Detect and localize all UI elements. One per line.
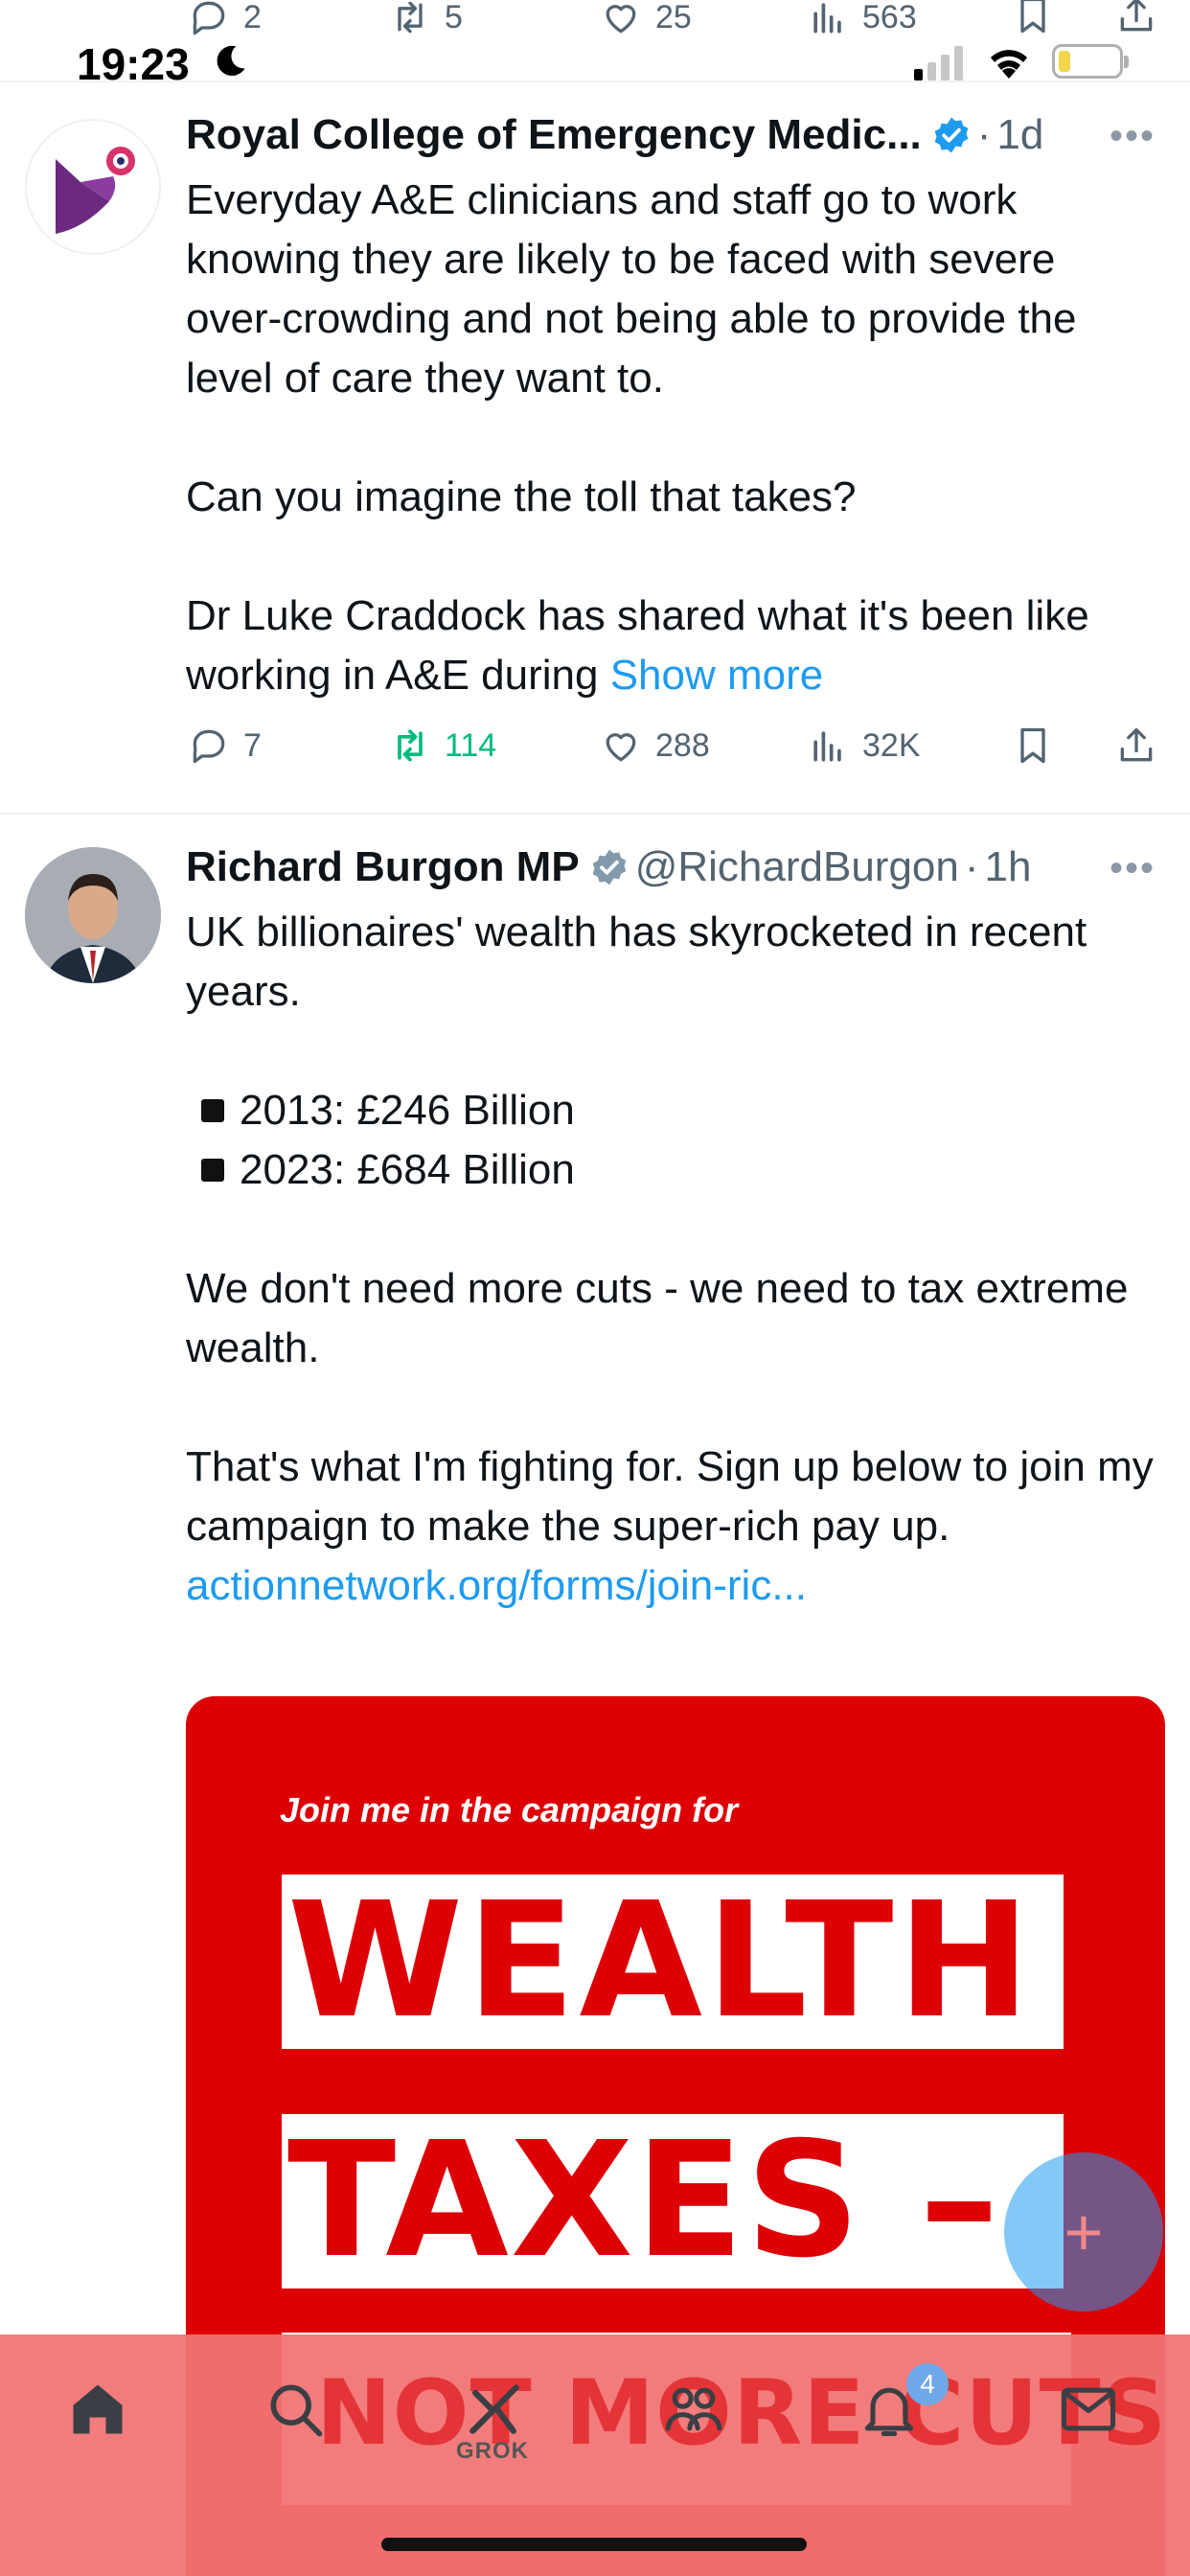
display-name[interactable]: Richard Burgon MP [186,843,580,891]
bullet-square-icon [201,1099,224,1123]
avatar[interactable] [25,119,161,255]
repost-button[interactable]: 114 [389,724,496,767]
nav-grok[interactable] [456,2371,533,2448]
reply-icon [193,729,225,764]
communities-icon [665,2387,722,2431]
bullet-item: 2013: £246 Billion [186,1081,1154,1140]
bullet-text: 2023: £684 Billion [240,1146,575,1193]
search-icon [270,2384,323,2437]
profile-photo-icon [25,847,161,983]
tweet-text: Can you imagine the toll that takes? [186,473,857,520]
reply-count: 7 [243,726,262,764]
campaign-link[interactable]: actionnetwork.org/forms/join-ric... [186,1556,1154,1616]
heart-icon [606,733,636,762]
repost-icon [398,729,423,762]
tweet-text: That's what I'm fighting for. Sign up be… [186,1443,1154,1550]
nav-messages[interactable] [1050,2371,1127,2448]
campaign-line-wealth: WEALTH [282,1874,1064,2049]
more-options-button[interactable]: ••• [1110,847,1156,890]
like-button[interactable]: 288 [600,724,710,767]
plus-icon: + [1064,2195,1104,2269]
share-icon [1120,727,1153,762]
show-more-link[interactable]: Show more [610,652,824,699]
repost-count: 114 [445,726,497,764]
avatar[interactable] [25,847,161,983]
do-not-disturb-icon [217,45,245,76]
tweet-text: Dr Luke Craddock has shared what it's be… [186,586,1154,705]
separator-dot: · [976,111,992,158]
messages-icon [1061,2387,1116,2431]
timestamp[interactable]: 1h [985,843,1032,891]
reply-button[interactable]: 7 [188,724,262,767]
grok-label: GROK [456,2438,529,2464]
tweet-text: We don't need more cuts - we need to tax… [186,1265,1129,1371]
bullet-text: 2013: £246 Billion [240,1087,575,1134]
tweet-text: Everyday A&E clinicians and staff go to … [186,176,1077,402]
notification-badge: 4 [906,2363,949,2405]
home-indicator[interactable] [381,2538,807,2551]
handle[interactable]: @RichardBurgon [635,843,959,891]
like-count: 288 [655,726,710,764]
timestamp[interactable]: 1d [996,111,1043,159]
wifi-icon [991,50,1027,79]
rcem-logo-icon [56,147,135,234]
verified-badge-icon [934,117,969,153]
views-count: 32K [862,726,921,764]
divider [0,813,1190,815]
status-bar: 19:23 [0,29,1190,89]
display-name[interactable]: Royal College of Emergency Medic... [186,111,922,159]
bullet-square-icon [201,1159,224,1183]
campaign-line-not-more-cuts: NOT MORE CUTS [316,2361,1168,2466]
views-button[interactable]: 32K [807,724,921,767]
tweet-text: UK billionaires' wealth has skyrocketed … [186,908,1087,1015]
campaign-line-taxes: TAXES – [282,2114,1064,2288]
cellular-signal-icon [914,46,963,80]
tweet-body: UK billionaires' wealth has skyrocketed … [186,903,1154,1616]
home-icon [73,2384,123,2434]
campaign-subtitle: Join me in the campaign for [280,1790,739,1829]
tweet-body: Everyday A&E clinicians and staff go to … [186,171,1154,705]
battery-icon [1052,44,1129,79]
nav-communities[interactable] [655,2371,732,2448]
separator-dot: · [964,843,979,890]
more-options-button[interactable]: ••• [1110,115,1156,158]
share-button[interactable] [1115,724,1157,767]
divider [0,80,1190,82]
bookmark-button[interactable] [1012,724,1054,767]
nav-search[interactable] [257,2371,333,2448]
views-icon [813,731,841,762]
tweet-header: Royal College of Emergency Medic... · 1d [186,111,1043,159]
compose-button[interactable]: + [1004,2152,1163,2312]
verified-badge-icon [592,849,627,886]
tweet-header: Richard Burgon MP @RichardBurgon · 1h [186,843,1031,891]
bullet-item: 2023: £684 Billion [186,1140,1154,1200]
grok-icon [469,2384,519,2434]
nav-home[interactable] [59,2371,136,2448]
bookmark-icon [1020,727,1045,764]
